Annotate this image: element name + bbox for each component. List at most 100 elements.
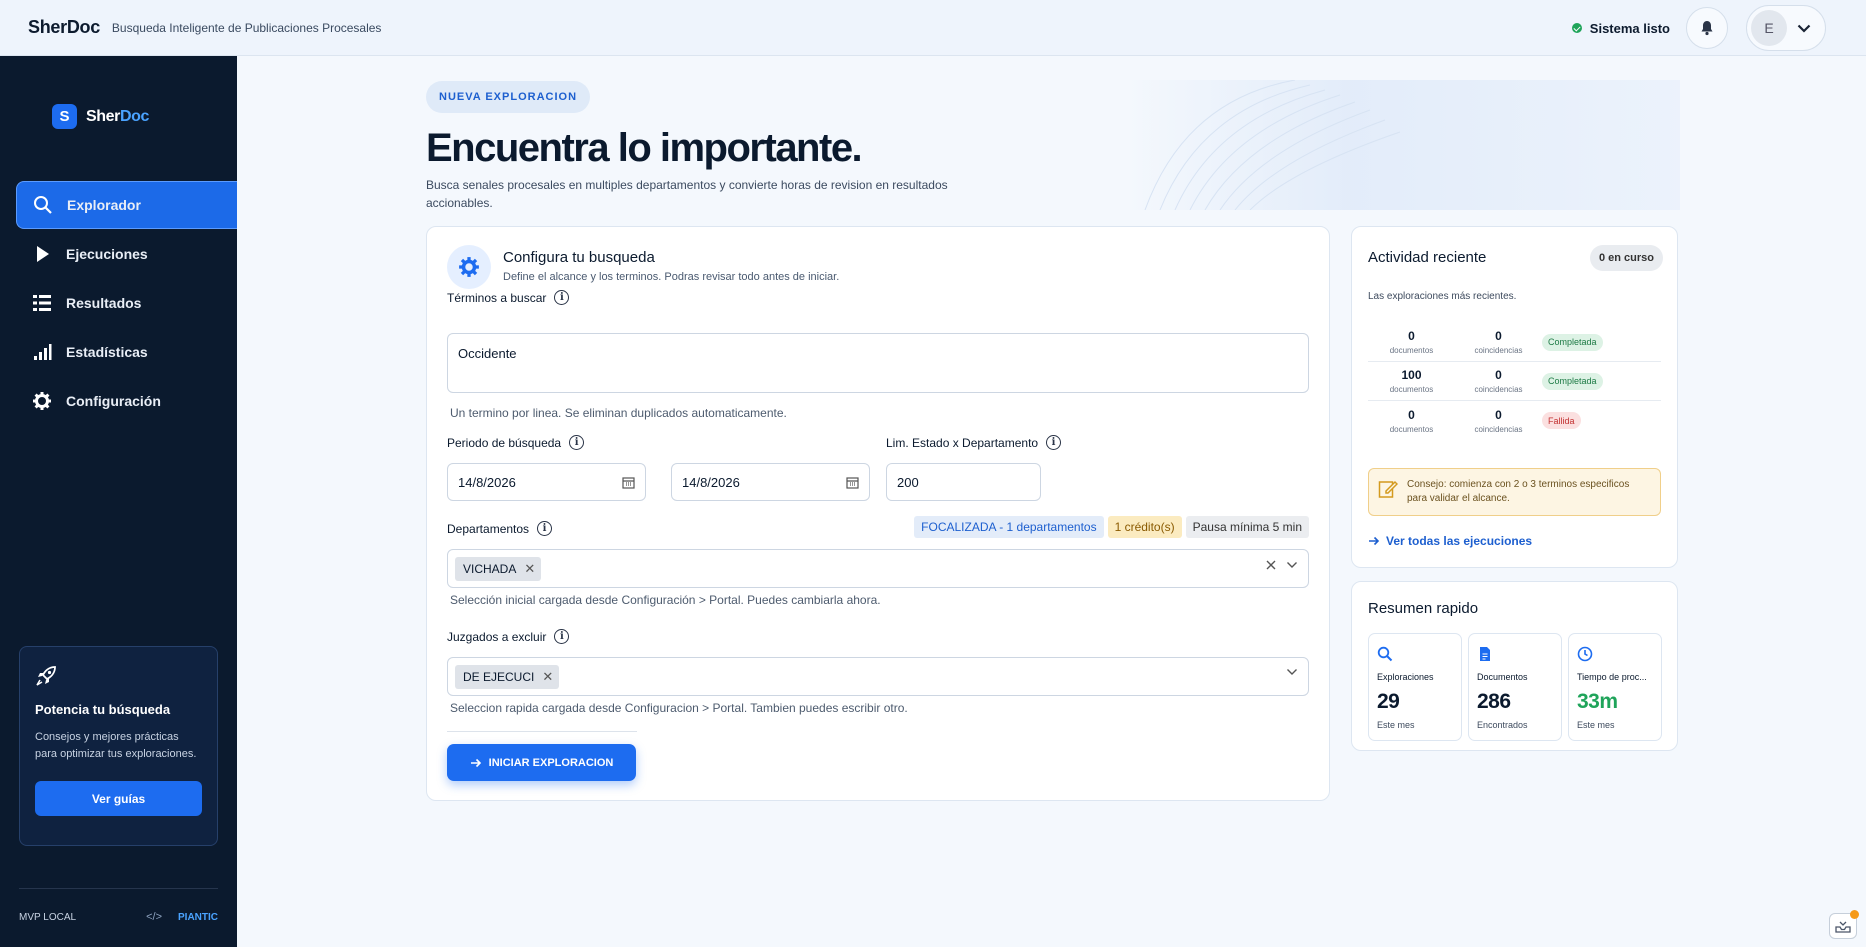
- notifications-button[interactable]: [1686, 7, 1728, 49]
- waves-decoration: [1144, 79, 1401, 211]
- stat-processing-time: Tiempo de proc... 33m Este mes: [1568, 633, 1662, 741]
- gear-icon: [33, 392, 51, 410]
- avatar: E: [1751, 10, 1787, 46]
- search-icon: [1377, 646, 1393, 662]
- info-icon[interactable]: i: [569, 435, 585, 450]
- status-badge: Fallida: [1542, 412, 1581, 429]
- exclude-help: Seleccion rapida cargada desde Configura…: [450, 701, 908, 715]
- gear-icon: [459, 257, 479, 277]
- chevron-down-icon[interactable]: [1286, 668, 1298, 676]
- stat-value: 286: [1477, 690, 1511, 713]
- activity-row[interactable]: 100 documentos 0 coincidencias Completada: [1368, 362, 1661, 401]
- matches-unit: coincidencias: [1474, 346, 1523, 355]
- matches-cell: 0 coincidencias: [1455, 368, 1542, 394]
- sidebar-item-resultados[interactable]: Resultados: [16, 279, 237, 327]
- calendar-icon[interactable]: [846, 476, 859, 489]
- sidebar-item-configuracion[interactable]: Configuración: [16, 377, 237, 425]
- view-guides-button[interactable]: Ver guías: [35, 781, 202, 816]
- clock-icon: [1577, 646, 1593, 662]
- sidebar-logo[interactable]: S SherDoc: [52, 104, 149, 129]
- limit-label-text: Lim. Estado x Departamento: [886, 435, 1039, 450]
- date-from-value: 14/8/2026: [458, 474, 516, 490]
- logo-text-part1: Sher: [86, 107, 120, 125]
- stat-period: Encontrados: [1477, 720, 1528, 730]
- info-icon[interactable]: i: [537, 521, 553, 536]
- clear-icon[interactable]: [1266, 560, 1276, 570]
- stat-value: 33m: [1577, 690, 1618, 713]
- remove-chip-icon[interactable]: ✕: [542, 669, 553, 685]
- date-from-input[interactable]: 14/8/2026: [447, 463, 646, 501]
- sidebar-item-label: Configuración: [66, 393, 161, 409]
- view-all-label: Ver todas las ejecuciones: [1386, 534, 1533, 548]
- credit-badge: 1 crédito(s): [1107, 516, 1182, 538]
- view-all-executions-link[interactable]: Ver todas las ejecuciones: [1368, 534, 1532, 548]
- remove-chip-icon[interactable]: ✕: [524, 561, 535, 577]
- department-chip: VICHADA ✕: [455, 556, 542, 581]
- summary-title: Resumen rapido: [1368, 600, 1479, 617]
- period-label: Periodo de búsqueda i: [447, 435, 585, 450]
- terms-label-text: Términos a buscar: [447, 290, 547, 305]
- sidebar-item-ejecuciones[interactable]: Ejecuciones: [16, 230, 237, 278]
- config-title: Configura tu busqueda: [503, 249, 655, 266]
- activity-subtitle: Las exploraciones más recientes.: [1368, 291, 1517, 302]
- limit-input[interactable]: 200: [886, 463, 1041, 501]
- search-config-card: Configura tu busqueda Define el alcance …: [426, 226, 1330, 801]
- notification-dot: [1850, 910, 1859, 919]
- activity-row[interactable]: 0 documentos 0 coincidencias Fallida: [1368, 401, 1661, 440]
- play-icon: [37, 246, 49, 262]
- sidebar-item-label: Estadísticas: [66, 344, 148, 360]
- recent-activity-card: Actividad reciente 0 en curso Las explor…: [1351, 226, 1678, 568]
- user-menu-button[interactable]: E: [1746, 5, 1826, 51]
- page-subtitle: Busca senales procesales en multiples de…: [426, 178, 948, 210]
- exclude-select[interactable]: DE EJECUCI ✕: [447, 657, 1309, 696]
- departments-label: Departamentos i: [447, 521, 553, 536]
- terms-help: Un termino por linea. Se eliminan duplic…: [450, 406, 787, 420]
- arrow-right-icon: [1369, 536, 1380, 546]
- calendar-icon[interactable]: [622, 476, 635, 489]
- chevron-down-icon: [1797, 24, 1811, 33]
- feedback-button[interactable]: [1829, 910, 1859, 939]
- top-right-area: Sistema listo E: [1571, 0, 1826, 56]
- footer-brand[interactable]: </> PIANTIC: [146, 911, 218, 923]
- department-chip-label: VICHADA: [463, 561, 517, 576]
- brand-name: SherDoc: [28, 17, 100, 37]
- period-label-text: Periodo de búsqueda: [447, 435, 562, 450]
- promo-title: Potencia tu búsqueda: [35, 702, 171, 717]
- page-title: Encuentra lo importante.: [426, 126, 863, 170]
- terms-textarea[interactable]: Occidente: [447, 333, 1309, 393]
- chevron-down-icon[interactable]: [1286, 561, 1298, 569]
- info-icon[interactable]: i: [554, 629, 570, 644]
- status-badge: Completada: [1542, 372, 1603, 390]
- sidebar-nav: Explorador Ejecuciones Resultados Estadí…: [16, 181, 237, 426]
- sidebar-item-explorador[interactable]: Explorador: [16, 181, 237, 229]
- departments-help: Selección inicial cargada desde Configur…: [450, 593, 881, 607]
- matches-count: 0: [1495, 368, 1502, 382]
- divider: [447, 731, 637, 732]
- bar-chart-icon: [34, 344, 52, 360]
- start-exploration-button[interactable]: INICIAR EXPLORACION: [447, 744, 636, 781]
- departments-badges: FOCALIZADA - 1 departamentos 1 crédito(s…: [910, 516, 1309, 538]
- stat-label: Exploraciones: [1377, 672, 1434, 682]
- rocket-icon: [36, 666, 56, 686]
- matches-count: 0: [1495, 407, 1502, 422]
- activity-row[interactable]: 0 documentos 0 coincidencias Completada: [1368, 323, 1661, 362]
- sidebar-item-label: Ejecuciones: [66, 246, 148, 262]
- info-icon[interactable]: i: [554, 290, 570, 305]
- running-badge: 0 en curso: [1589, 245, 1663, 271]
- info-icon[interactable]: i: [1046, 435, 1062, 450]
- config-subtitle: Define el alcance y los terminos. Podras…: [503, 271, 840, 283]
- exclude-label: Juzgados a excluir i: [447, 629, 570, 644]
- status-badge: Completada: [1542, 333, 1603, 351]
- exclude-chip-label: DE EJECUCI: [463, 669, 535, 684]
- brand-subtitle: Busqueda Inteligente de Publicaciones Pr…: [111, 20, 382, 35]
- footer-brand-label: PIANTIC: [178, 911, 218, 923]
- quick-summary-card: Resumen rapido Exploraciones 29 Este mes…: [1351, 581, 1678, 751]
- code-icon: </>: [146, 911, 162, 923]
- status-check-icon: [1571, 23, 1582, 33]
- date-to-input[interactable]: 14/8/2026: [671, 463, 870, 501]
- limit-label: Lim. Estado x Departamento i: [886, 435, 1062, 450]
- arrow-right-icon: [470, 758, 481, 767]
- departments-select[interactable]: VICHADA ✕: [447, 549, 1309, 588]
- sidebar-item-estadisticas[interactable]: Estadísticas: [16, 328, 237, 376]
- system-status: Sistema listo: [1589, 20, 1670, 36]
